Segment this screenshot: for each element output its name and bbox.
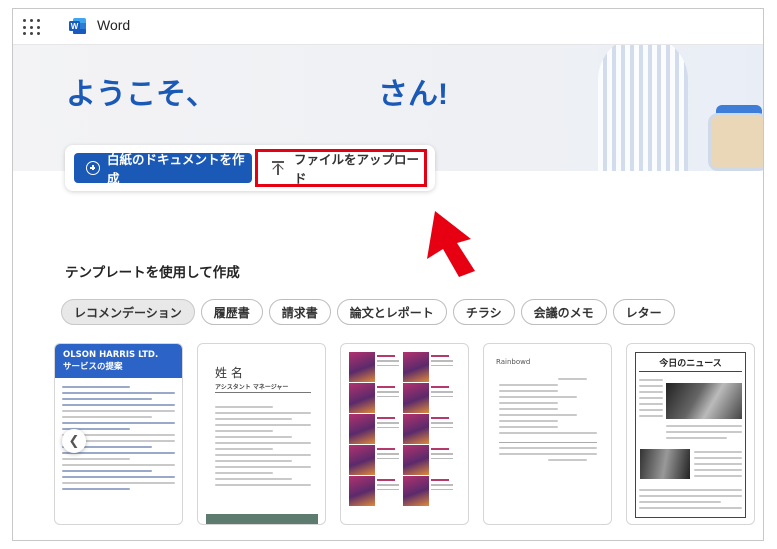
template-thumbnail-body — [349, 352, 457, 507]
svg-text:W: W — [71, 22, 79, 31]
action-bar: 白紙のドキュメントを作成 ファイルをアップロード — [65, 145, 435, 191]
filter-chip-flyers[interactable]: チラシ — [452, 299, 515, 325]
filter-chip-recommendation[interactable]: レコメンデーション — [61, 299, 195, 325]
upload-file-label: ファイルをアップロード — [294, 152, 420, 186]
banner-illustration — [588, 45, 763, 171]
template-thumbnail-body: 今日のニュース — [635, 352, 746, 518]
template-invoice-title: Rainbowd — [496, 358, 531, 366]
template-card-resume[interactable]: 姓 名 アシスタント マネージャー — [197, 343, 326, 525]
template-subheading: サービスの提案 — [63, 362, 123, 372]
top-bar: W Word — [13, 9, 763, 45]
template-newsletter-title: 今日のニュース — [639, 356, 742, 372]
template-thumbnail-header: OLSON HARRIS LTD. サービスの提案 — [55, 344, 182, 378]
template-card-flyer[interactable] — [340, 343, 469, 525]
word-logo-icon: W — [69, 18, 86, 34]
carousel-prev-button[interactable]: ❮ — [62, 429, 86, 453]
new-blank-document-button[interactable]: 白紙のドキュメントを作成 — [74, 152, 252, 186]
template-filter-chips: レコメンデーション 履歴書 請求書 論文とレポート チラシ 会議のメモ レター — [61, 299, 675, 325]
filter-chip-meeting-notes[interactable]: 会議のメモ — [520, 299, 607, 325]
template-section-title: テンプレートを使用して作成 — [65, 265, 240, 281]
filter-chip-invoice[interactable]: 請求書 — [268, 299, 331, 325]
filter-chip-letters[interactable]: レター — [612, 299, 675, 325]
filter-chip-papers-reports[interactable]: 論文とレポート — [336, 299, 447, 325]
new-blank-document-label: 白紙のドキュメントを作成 — [107, 152, 245, 186]
word-home-window: W Word ようこそ、 さん! 白紙のドキュメントを作成 ファイルをアップロー… — [12, 8, 764, 541]
chevron-left-icon: ❮ — [68, 433, 80, 449]
filter-chip-resume[interactable]: 履歴書 — [200, 299, 263, 325]
template-heading: OLSON HARRIS LTD. — [63, 350, 159, 360]
template-thumbnail-body — [492, 370, 604, 469]
annotation-arrow-icon — [427, 211, 475, 277]
plus-circle-icon — [86, 161, 100, 175]
template-resume-role: アシスタント マネージャー — [215, 384, 289, 391]
app-name[interactable]: Word — [97, 17, 130, 33]
upload-icon — [272, 161, 284, 175]
template-thumbnail-body — [208, 398, 318, 494]
template-resume-name: 姓 名 — [215, 366, 243, 380]
greeting-suffix: さん! — [378, 78, 448, 111]
upload-file-button[interactable]: ファイルをアップロード — [255, 149, 427, 187]
greeting-prefix: ようこそ、 — [66, 78, 216, 111]
template-card-invoice[interactable]: Rainbowd — [483, 343, 612, 525]
app-launcher-icon[interactable] — [23, 18, 41, 36]
template-card-newsletter[interactable]: 今日のニュース — [626, 343, 755, 525]
